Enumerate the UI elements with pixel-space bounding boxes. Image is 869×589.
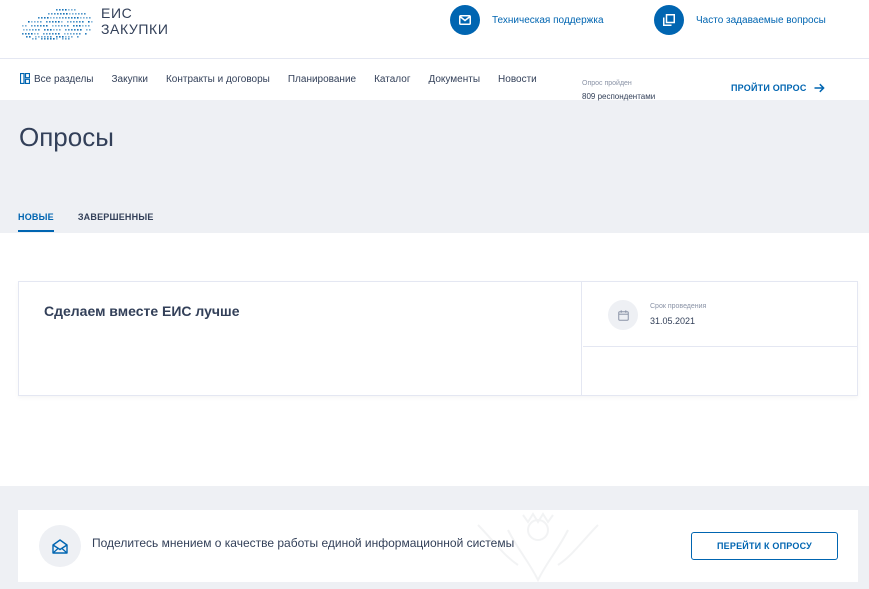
take-survey-label: ПРОЙТИ ОПРОС [731, 83, 807, 93]
tab-completed[interactable]: ЗАВЕРШЕННЫЕ [78, 212, 154, 232]
passed-value: 809 респондентами [582, 92, 656, 101]
deadline-label: Срок проведения [650, 303, 707, 310]
feedback-text: Поделитесь мнением о качестве работы еди… [92, 536, 515, 550]
windows-icon [654, 5, 684, 35]
feedback-banner: Поделитесь мнением о качестве работы еди… [18, 510, 858, 582]
tab-new[interactable]: НОВЫЕ [18, 212, 54, 232]
logo-line-2: ЗАКУПКИ [101, 21, 169, 37]
deadline-value: 31.05.2021 [650, 316, 696, 326]
main-nav: Все разделы Закупки Контракты и договоры… [0, 59, 869, 100]
go-to-survey-label: ПЕРЕЙТИ К ОПРОСУ [717, 541, 812, 551]
tech-support-link[interactable]: Техническая поддержка [450, 5, 604, 35]
open-envelope-icon [39, 525, 81, 567]
grid-icon [19, 72, 31, 87]
faq-link[interactable]: Часто задаваемые вопросы [654, 5, 826, 35]
arrow-right-icon [814, 83, 825, 93]
survey-deadline-block: Срок проведения 31.05.2021 [583, 282, 858, 347]
eis-logo[interactable]: ЕИС ЗАКУПКИ [18, 3, 178, 41]
passed-label: Опрос пройден [582, 80, 632, 87]
envelope-icon [450, 5, 480, 35]
page-hero: Опросы НОВЫЕ ЗАВЕРШЕННЫЕ [0, 100, 869, 233]
faq-label: Часто задаваемые вопросы [696, 14, 826, 26]
nav-item-all-sections[interactable]: Все разделы [19, 72, 94, 87]
survey-card: Сделаем вместе ЕИС лучше Срок проведения… [18, 281, 858, 396]
nav-item-contracts[interactable]: Контракты и договоры [166, 74, 270, 85]
survey-tabs: НОВЫЕ ЗАВЕРШЕННЫЕ [18, 212, 178, 232]
survey-card-main: Сделаем вместе ЕИС лучше [19, 282, 582, 395]
page-title: Опросы [19, 122, 114, 152]
russia-map-icon [22, 9, 93, 40]
survey-title[interactable]: Сделаем вместе ЕИС лучше [44, 303, 240, 319]
nav-label: Все разделы [34, 74, 94, 85]
calendar-icon [608, 300, 638, 330]
tech-support-label: Техническая поддержка [492, 14, 604, 26]
nav-item-documents[interactable]: Документы [428, 74, 480, 85]
nav-item-purchases[interactable]: Закупки [111, 74, 147, 85]
nav-item-catalog[interactable]: Каталог [374, 74, 410, 85]
nav-item-news[interactable]: Новости [498, 74, 537, 85]
top-header: ЕИС ЗАКУПКИ Техническая поддержка Часто … [0, 0, 869, 59]
take-survey-button[interactable]: ПРОЙТИ ОПРОС [731, 83, 825, 93]
go-to-survey-button[interactable]: ПЕРЕЙТИ К ОПРОСУ [691, 532, 838, 560]
logo-line-1: ЕИС [101, 5, 133, 21]
nav-item-planning[interactable]: Планирование [288, 74, 356, 85]
